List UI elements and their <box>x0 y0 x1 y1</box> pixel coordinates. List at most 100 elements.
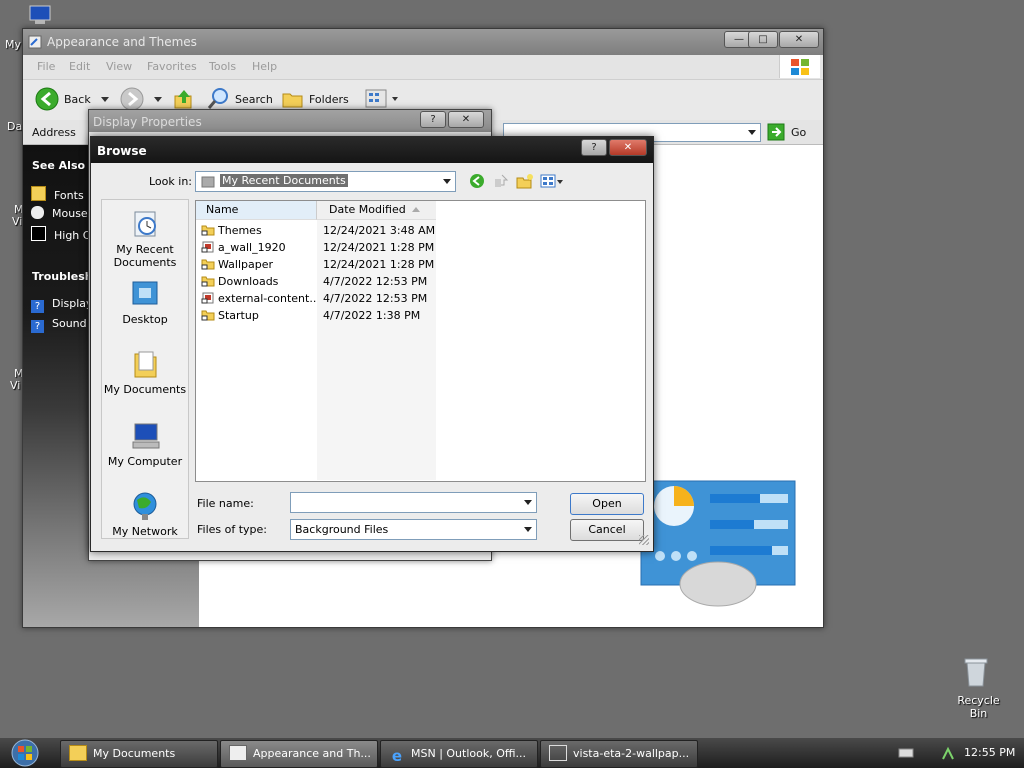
place-my-documents[interactable]: My Documents <box>102 348 188 396</box>
see-also-fonts-label: Fonts <box>54 189 84 202</box>
image-shortcut-icon <box>201 292 214 304</box>
up-folder-icon[interactable] <box>493 173 509 189</box>
keyboard-icon[interactable] <box>898 747 914 759</box>
go-button[interactable]: Go <box>767 123 811 141</box>
go-label: Go <box>791 126 807 139</box>
chevron-down-icon[interactable] <box>748 130 756 135</box>
recycle-bin-label: Recycle Bin <box>957 694 1000 720</box>
display-properties-titlebar[interactable]: Display Properties ? ✕ <box>89 110 491 132</box>
close-button[interactable]: ✕ <box>609 139 647 156</box>
see-also-mouse-link[interactable]: Mouse <box>31 206 88 220</box>
see-also-fonts-link[interactable]: Fonts <box>31 186 84 202</box>
file-row[interactable]: Wallpaper 12/24/2021 1:28 PM <box>196 256 436 273</box>
taskbar-item-appearance[interactable]: Appearance and Th... <box>220 740 378 768</box>
display-illustration-icon <box>640 480 796 607</box>
maximize-button[interactable]: □ <box>748 31 778 48</box>
my-documents-icon <box>134 351 157 378</box>
troubleshoot-sound-link[interactable]: ? Sound <box>31 317 87 333</box>
resize-grip-icon[interactable] <box>639 535 649 545</box>
ie-icon: e <box>391 747 403 765</box>
up-folder-icon[interactable] <box>173 88 195 110</box>
see-also-heading: See Also <box>32 159 86 172</box>
menu-edit[interactable]: Edit <box>69 60 90 73</box>
chevron-down-icon[interactable] <box>524 500 532 505</box>
file-row[interactable]: Themes 12/24/2021 3:48 AM <box>196 222 436 239</box>
task-label: vista-eta-2-wallpap... <box>573 747 690 760</box>
close-button[interactable]: ✕ <box>448 111 484 128</box>
folder-icon <box>31 186 46 201</box>
place-desktop[interactable]: Desktop <box>102 278 188 326</box>
place-label: My Documents <box>103 383 187 396</box>
see-also-high-contrast-link[interactable]: High C <box>31 226 90 242</box>
cancel-button[interactable]: Cancel <box>570 519 644 541</box>
control-panel-icon <box>229 745 247 761</box>
chevron-down-icon <box>101 97 109 102</box>
task-label: Appearance and Th... <box>253 747 371 760</box>
file-name-input[interactable] <box>290 492 537 513</box>
file-name-label: File name: <box>197 497 254 510</box>
desktop-label: Da <box>7 120 23 133</box>
look-in-dropdown[interactable]: My Recent Documents <box>195 171 456 192</box>
help-button[interactable]: ? <box>581 139 607 156</box>
folders-label: Folders <box>309 93 349 106</box>
place-my-recent-documents[interactable]: My Recent Documents <box>102 208 188 269</box>
open-button[interactable]: Open <box>570 493 644 515</box>
files-of-type-value: Background Files <box>295 523 389 536</box>
file-name: external-content... <box>218 292 316 305</box>
close-button[interactable]: ✕ <box>779 31 819 48</box>
file-date-modified: 12/24/2021 3:48 AM <box>323 224 436 237</box>
taskbar-item-wallpaper[interactable]: vista-eta-2-wallpap... <box>540 740 698 768</box>
file-date-modified: 4/7/2022 1:38 PM <box>323 309 421 322</box>
my-computer-desktop-icon[interactable] <box>26 4 54 26</box>
menu-favorites[interactable]: Favorites <box>147 60 197 73</box>
column-header-name[interactable]: Name <box>196 201 317 220</box>
folder-shortcut-icon <box>201 310 215 321</box>
file-date-modified: 12/24/2021 1:28 PM <box>323 258 435 271</box>
files-of-type-dropdown[interactable]: Background Files <box>290 519 537 540</box>
desktop-label: Vi <box>10 379 21 392</box>
network-status-icon[interactable] <box>940 745 956 761</box>
troubleshoot-display-link[interactable]: ? Display <box>31 297 93 313</box>
views-button[interactable] <box>365 89 399 109</box>
menu-view[interactable]: View <box>106 60 132 73</box>
back-arrow-icon[interactable] <box>469 173 485 189</box>
column-header-date-modified[interactable]: Date Modified <box>317 201 436 220</box>
recycle-bin-desktop-icon[interactable]: Recycle Bin <box>940 656 1010 720</box>
browse-title: Browse <box>97 144 147 158</box>
start-button[interactable] <box>8 739 42 767</box>
menu-help[interactable]: Help <box>252 60 277 73</box>
file-list[interactable]: Name Date Modified Themes 12/24/2021 3:48… <box>195 200 646 482</box>
explorer-titlebar[interactable]: Appearance and Themes — □ ✕ <box>23 29 823 55</box>
menu-tools[interactable]: Tools <box>209 60 236 73</box>
high-contrast-icon <box>31 226 46 241</box>
recycle-bin-icon <box>964 658 988 687</box>
folders-button[interactable]: Folders <box>281 87 351 111</box>
help-button[interactable]: ? <box>420 111 446 128</box>
computer-icon <box>132 423 160 449</box>
back-button[interactable]: Back <box>35 87 113 111</box>
browse-titlebar[interactable]: Browse ? ✕ <box>91 137 653 163</box>
place-my-computer[interactable]: My Computer <box>102 420 188 468</box>
menu-file[interactable]: File <box>37 60 55 73</box>
mouse-icon <box>31 206 44 219</box>
folders-icon <box>282 93 303 108</box>
taskbar-item-msn[interactable]: e MSN | Outlook, Offi... <box>380 740 538 768</box>
place-my-network[interactable]: My Network <box>102 490 188 538</box>
file-row[interactable]: Startup 4/7/2022 1:38 PM <box>196 307 436 324</box>
new-folder-icon[interactable] <box>516 173 534 189</box>
clock[interactable]: 12:55 PM <box>964 746 1015 759</box>
view-menu-button[interactable] <box>540 174 564 190</box>
file-row[interactable]: external-content... 4/7/2022 12:53 PM <box>196 290 436 307</box>
taskbar-item-my-documents[interactable]: My Documents <box>60 740 218 768</box>
troubleshoot-display-label: Display <box>52 297 93 310</box>
search-button[interactable]: Search <box>207 87 273 111</box>
column-date-label: Date Modified <box>329 203 406 216</box>
file-row[interactable]: Downloads 4/7/2022 12:53 PM <box>196 273 436 290</box>
views-icon <box>365 89 387 108</box>
file-name: Themes <box>218 224 262 237</box>
address-label: Address <box>32 126 76 139</box>
file-row[interactable]: a_wall_1920 12/24/2021 1:28 PM <box>196 239 436 256</box>
desktop-label: My <box>5 38 22 51</box>
recent-documents-icon <box>201 176 215 188</box>
forward-button[interactable] <box>120 87 164 111</box>
